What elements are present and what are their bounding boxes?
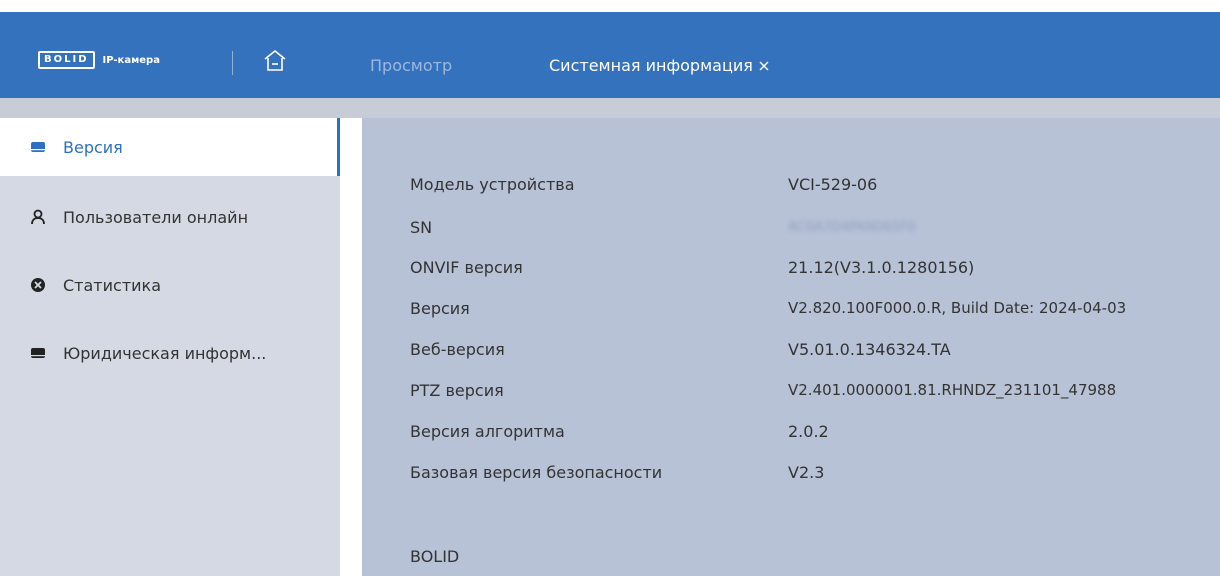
info-value: V2.3 [788,463,825,482]
info-key: Модель устройства [410,175,575,194]
info-row-onvif: ONVIF версия 21.12(V3.1.0.1280156) [410,258,1220,280]
logo-subtitle: IP-камера [102,54,160,66]
brand-logo: BOLID IP-камера [38,51,160,69]
info-value: 2.0.2 [788,422,829,441]
info-row-ptz-version: PTZ версия V2.401.0000001.81.RHNDZ_23110… [410,381,1220,403]
info-key: SN [410,218,433,237]
legal-icon [31,348,45,358]
sidebar-item-label: Юридическая информ... [63,343,267,363]
header-separator [0,98,1220,118]
info-row-security-baseline: Базовая версия безопасности V2.3 [410,463,1220,485]
info-value-serial: AC0A7D4PAN065F0 [788,220,916,235]
vendor-name: BOLID [410,547,460,566]
info-value: V2.820.100F000.0.R, Build Date: 2024-04-… [788,299,1127,317]
app-window: BOLID IP-камера Просмотр Системная инфор… [0,0,1220,576]
sidebar: Версия Пользователи онлайн Статистика Юр [0,118,340,576]
sidebar-item-version[interactable]: Версия [0,118,340,176]
active-indicator [337,118,340,176]
info-value: VCI-529-06 [788,175,878,194]
sidebar-item-label: Статистика [63,275,161,295]
stats-icon [31,278,45,292]
sidebar-item-legal-info[interactable]: Юридическая информ... [0,324,340,382]
tab-preview[interactable]: Просмотр [370,56,452,76]
info-row-web-version: Веб-версия V5.01.0.1346324.TA [410,340,1220,362]
info-value: 21.12(V3.1.0.1280156) [788,258,975,277]
sidebar-item-label: Версия [63,137,123,157]
header-bar: BOLID IP-камера Просмотр Системная инфор… [0,12,1220,98]
sidebar-item-label: Пользователи онлайн [63,207,249,227]
tab-system-info[interactable]: Системная информация [549,56,771,76]
info-value: V5.01.0.1346324.TA [788,340,951,359]
info-row-algorithm-version: Версия алгоритма 2.0.2 [410,422,1220,444]
info-row-version: Версия V2.820.100F000.0.R, Build Date: 2… [410,299,1220,321]
sidebar-item-online-users[interactable]: Пользователи онлайн [0,188,340,246]
tab-system-info-label: Системная информация [549,56,753,75]
info-row-model: Модель устройства VCI-529-06 [410,175,1220,197]
info-row-sn: SN AC0A7D4PAN065F0 [410,218,1220,240]
logo-mark: BOLID [38,51,95,69]
tab-preview-label: Просмотр [370,56,453,75]
info-key: Версия алгоритма [410,422,565,441]
sidebar-item-statistics[interactable]: Статистика [0,256,340,314]
close-icon[interactable] [757,59,771,73]
header-divider [232,51,233,75]
home-icon[interactable] [262,48,288,74]
system-info-panel: Модель устройства VCI-529-06 SN AC0A7D4P… [362,118,1220,576]
info-key: PTZ версия [410,381,504,400]
info-value: V2.401.0000001.81.RHNDZ_231101_47988 [788,381,1117,399]
info-key: Версия [410,299,470,318]
info-key: Веб-версия [410,340,505,359]
user-icon [31,209,45,225]
info-key: ONVIF версия [410,258,523,277]
info-key: Базовая версия безопасности [410,463,663,482]
drive-icon [31,142,45,152]
